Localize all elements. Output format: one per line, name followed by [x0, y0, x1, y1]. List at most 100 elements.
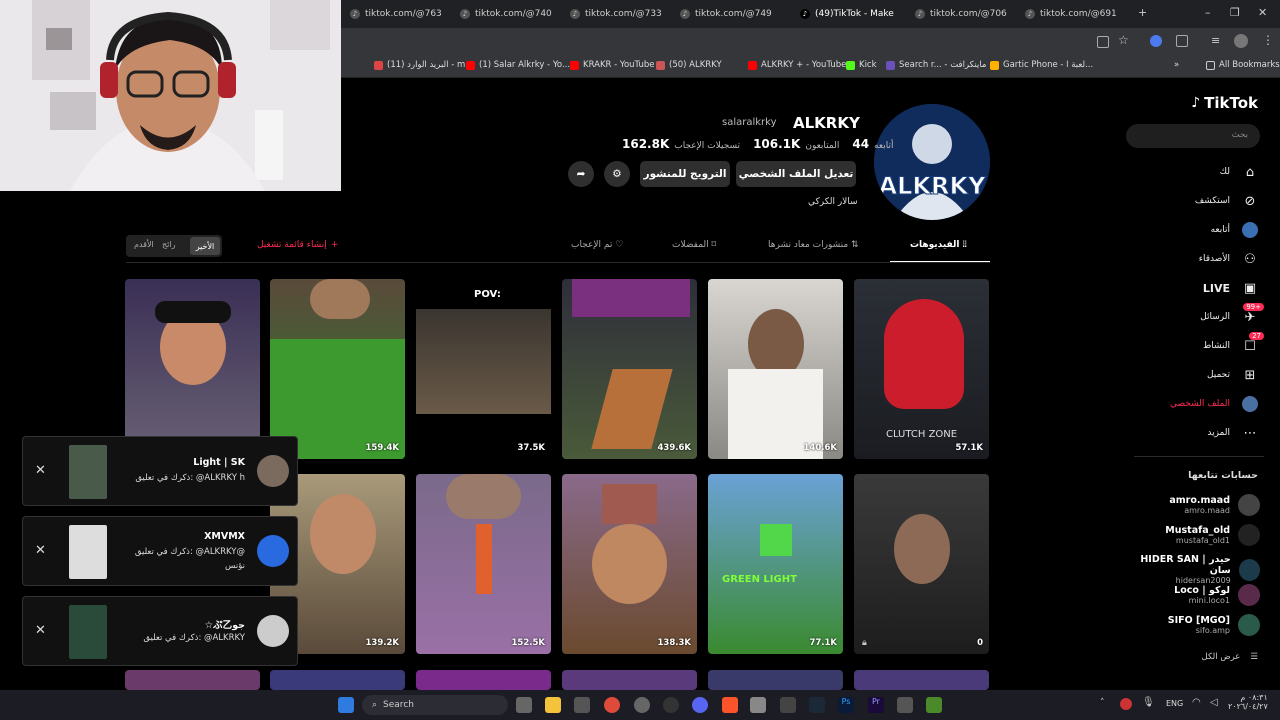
- video-card[interactable]: GREEN LIGHT 77.1K: [708, 474, 843, 654]
- nav-following[interactable]: أتابعه: [1211, 222, 1258, 238]
- following-account[interactable]: SIFO [MGO] sifo.amp: [1168, 614, 1260, 636]
- brave-icon[interactable]: [722, 697, 738, 713]
- discord-icon[interactable]: [692, 697, 708, 713]
- video-card[interactable]: POV: 37.5K: [416, 279, 551, 459]
- video-card[interactable]: 152.5K: [416, 474, 551, 654]
- nav-messages[interactable]: الرسائل ✈ 99+: [1200, 303, 1264, 325]
- see-all-link[interactable]: عرض الكل ☰: [1202, 652, 1258, 662]
- video-card[interactable]: [416, 670, 551, 690]
- close-icon[interactable]: ✕: [35, 543, 46, 558]
- bookmark[interactable]: Kick: [846, 60, 877, 70]
- all-bookmarks[interactable]: All Bookmarks: [1206, 60, 1280, 70]
- star-icon[interactable]: ☆: [1118, 33, 1129, 47]
- video-card[interactable]: [854, 670, 989, 690]
- premiere-icon[interactable]: Pr: [868, 697, 884, 713]
- media-icon[interactable]: ≡: [1211, 34, 1220, 47]
- capcut-icon[interactable]: [780, 697, 796, 713]
- bookmark[interactable]: ALKRKY + - YouTube: [748, 60, 846, 70]
- browser-tab[interactable]: ♪ tiktok.com/@691: [1025, 4, 1130, 24]
- app-icon[interactable]: [897, 697, 913, 713]
- tab-videos[interactable]: الفيديوهات ⦙⦙: [910, 240, 967, 250]
- sort-oldest[interactable]: الأقدم: [134, 240, 154, 249]
- notification-toast[interactable]: ✕ Light | SK ذكرك في تعليق: @ALKRKY h: [22, 436, 298, 506]
- taskbar-search[interactable]: ⌕ Search: [362, 695, 508, 715]
- close-icon[interactable]: ✕: [35, 623, 46, 638]
- video-card[interactable]: 138.3K: [562, 474, 697, 654]
- share-icon[interactable]: ➦: [568, 161, 594, 187]
- chrome-icon[interactable]: [604, 697, 620, 713]
- browser-tab[interactable]: ♪ tiktok.com/@763: [350, 4, 455, 24]
- file-explorer-icon[interactable]: [545, 697, 561, 713]
- following-account[interactable]: Loco | لوكو mini.loco1: [1174, 584, 1260, 606]
- video-card[interactable]: CLUTCH ZONE 57.1K: [854, 279, 989, 459]
- settings-gear-icon[interactable]: ⚙: [604, 161, 630, 187]
- nav-friends[interactable]: الأصدقاء ⚇: [1199, 251, 1258, 267]
- close-icon[interactable]: ✕: [35, 463, 46, 478]
- tab-liked[interactable]: تم الإعجاب ♡: [571, 240, 623, 250]
- microphone-icon[interactable]: 🎙︎: [1142, 697, 1155, 708]
- nav-live[interactable]: LIVE ▣: [1203, 280, 1258, 296]
- video-card[interactable]: [125, 670, 260, 690]
- nav-for-you[interactable]: لك ⌂: [1220, 164, 1258, 180]
- bookmark[interactable]: Search r... - ماينكرافت: [886, 60, 986, 70]
- menu-icon[interactable]: ⋮: [1262, 33, 1274, 47]
- store-icon[interactable]: [574, 697, 590, 713]
- minimize-icon[interactable]: –: [1205, 6, 1211, 19]
- steam-icon[interactable]: [809, 697, 825, 713]
- search-input[interactable]: بحث: [1126, 124, 1260, 148]
- tray-chevron-icon[interactable]: ˄: [1100, 698, 1105, 708]
- bookmark[interactable]: (50) ALKRKY: [656, 60, 722, 70]
- video-card[interactable]: [125, 279, 260, 459]
- browser-tab[interactable]: ♪ tiktok.com/@733: [570, 4, 675, 24]
- bookmark[interactable]: Gartic Phone - لعبة ا...: [990, 60, 1093, 70]
- following-account[interactable]: Mustafa_old mustafa_old1: [1165, 524, 1260, 546]
- video-card[interactable]: 159.4K: [270, 279, 405, 459]
- sort-popular[interactable]: رائج: [162, 240, 175, 249]
- extensions-puzzle-icon[interactable]: [1176, 35, 1188, 47]
- maximize-icon[interactable]: ❐: [1230, 6, 1240, 19]
- video-card[interactable]: [708, 670, 843, 690]
- tiktok-logo[interactable]: ♪ TikTok: [1191, 94, 1258, 112]
- app-icon[interactable]: [634, 697, 650, 713]
- nav-upload[interactable]: تحميل ⊞: [1207, 367, 1258, 383]
- github-icon[interactable]: [663, 697, 679, 713]
- minecraft-icon[interactable]: [926, 697, 942, 713]
- windows-start-icon[interactable]: [338, 697, 354, 713]
- wifi-icon[interactable]: ◠: [1192, 697, 1201, 708]
- browser-tab[interactable]: ♪ tiktok.com/@749: [680, 4, 785, 24]
- bookmark[interactable]: (1) Salar Alkrky - Yo...: [466, 60, 570, 70]
- nav-explore[interactable]: استكشف ⊘: [1195, 193, 1258, 209]
- nav-activity[interactable]: النشاط ☐ 27: [1203, 332, 1264, 354]
- bookmark[interactable]: البريد الوارد (11) - m...: [374, 60, 473, 70]
- edit-profile-button[interactable]: تعديل الملف الشخصي: [736, 161, 856, 187]
- profile-avatar[interactable]: ALKRKY: [874, 104, 990, 220]
- tab-reposts[interactable]: منشورات معاد نشرها ⇅: [768, 240, 859, 250]
- profile-avatar-icon[interactable]: [1234, 34, 1248, 48]
- video-card[interactable]: 🔒︎ 0: [854, 474, 989, 654]
- tab-favorites[interactable]: المفضلات ⌑: [672, 240, 716, 250]
- video-card[interactable]: 439.6K: [562, 279, 697, 459]
- translate-icon[interactable]: [1097, 36, 1109, 48]
- bookmark[interactable]: KRAKR - YouTube: [570, 60, 654, 70]
- clock[interactable]: ٠٨:٣١ م ٢٠٢٦/٠٤/٢٧: [1228, 693, 1268, 711]
- app-icon[interactable]: [750, 697, 766, 713]
- browser-tab-active[interactable]: ♪ (49)TikTok - Make: [800, 4, 905, 24]
- video-card[interactable]: 140.6K: [708, 279, 843, 459]
- video-card[interactable]: [562, 670, 697, 690]
- browser-tab[interactable]: ♪ tiktok.com/@706: [915, 4, 1020, 24]
- nav-more[interactable]: المزيد ⋯: [1207, 425, 1258, 441]
- volume-icon[interactable]: ◁: [1210, 697, 1218, 708]
- extension-icon[interactable]: [1150, 35, 1162, 47]
- following-account[interactable]: amro.maad amro.maad: [1169, 494, 1260, 516]
- sort-latest[interactable]: الأخير: [190, 237, 220, 255]
- bookmarks-overflow-icon[interactable]: »: [1174, 60, 1179, 70]
- notification-toast[interactable]: ✕ ☆ぷ乙جو ذكرك في تعليق: @ALKRKY: [22, 596, 298, 666]
- browser-tab[interactable]: ♪ tiktok.com/@740: [460, 4, 565, 24]
- nav-profile[interactable]: الملف الشخصي: [1170, 396, 1258, 412]
- language-indicator[interactable]: ENG: [1166, 699, 1183, 708]
- create-playlist-button[interactable]: إنشاء قائمة تشغيل +: [257, 240, 338, 250]
- following-account[interactable]: HIDER SAN | حيدر سان hidersan2009: [1120, 554, 1260, 585]
- close-window-icon[interactable]: ✕: [1258, 6, 1267, 19]
- promote-post-button[interactable]: الترويج للمنشور: [640, 161, 730, 187]
- new-tab-icon[interactable]: +: [1138, 6, 1147, 19]
